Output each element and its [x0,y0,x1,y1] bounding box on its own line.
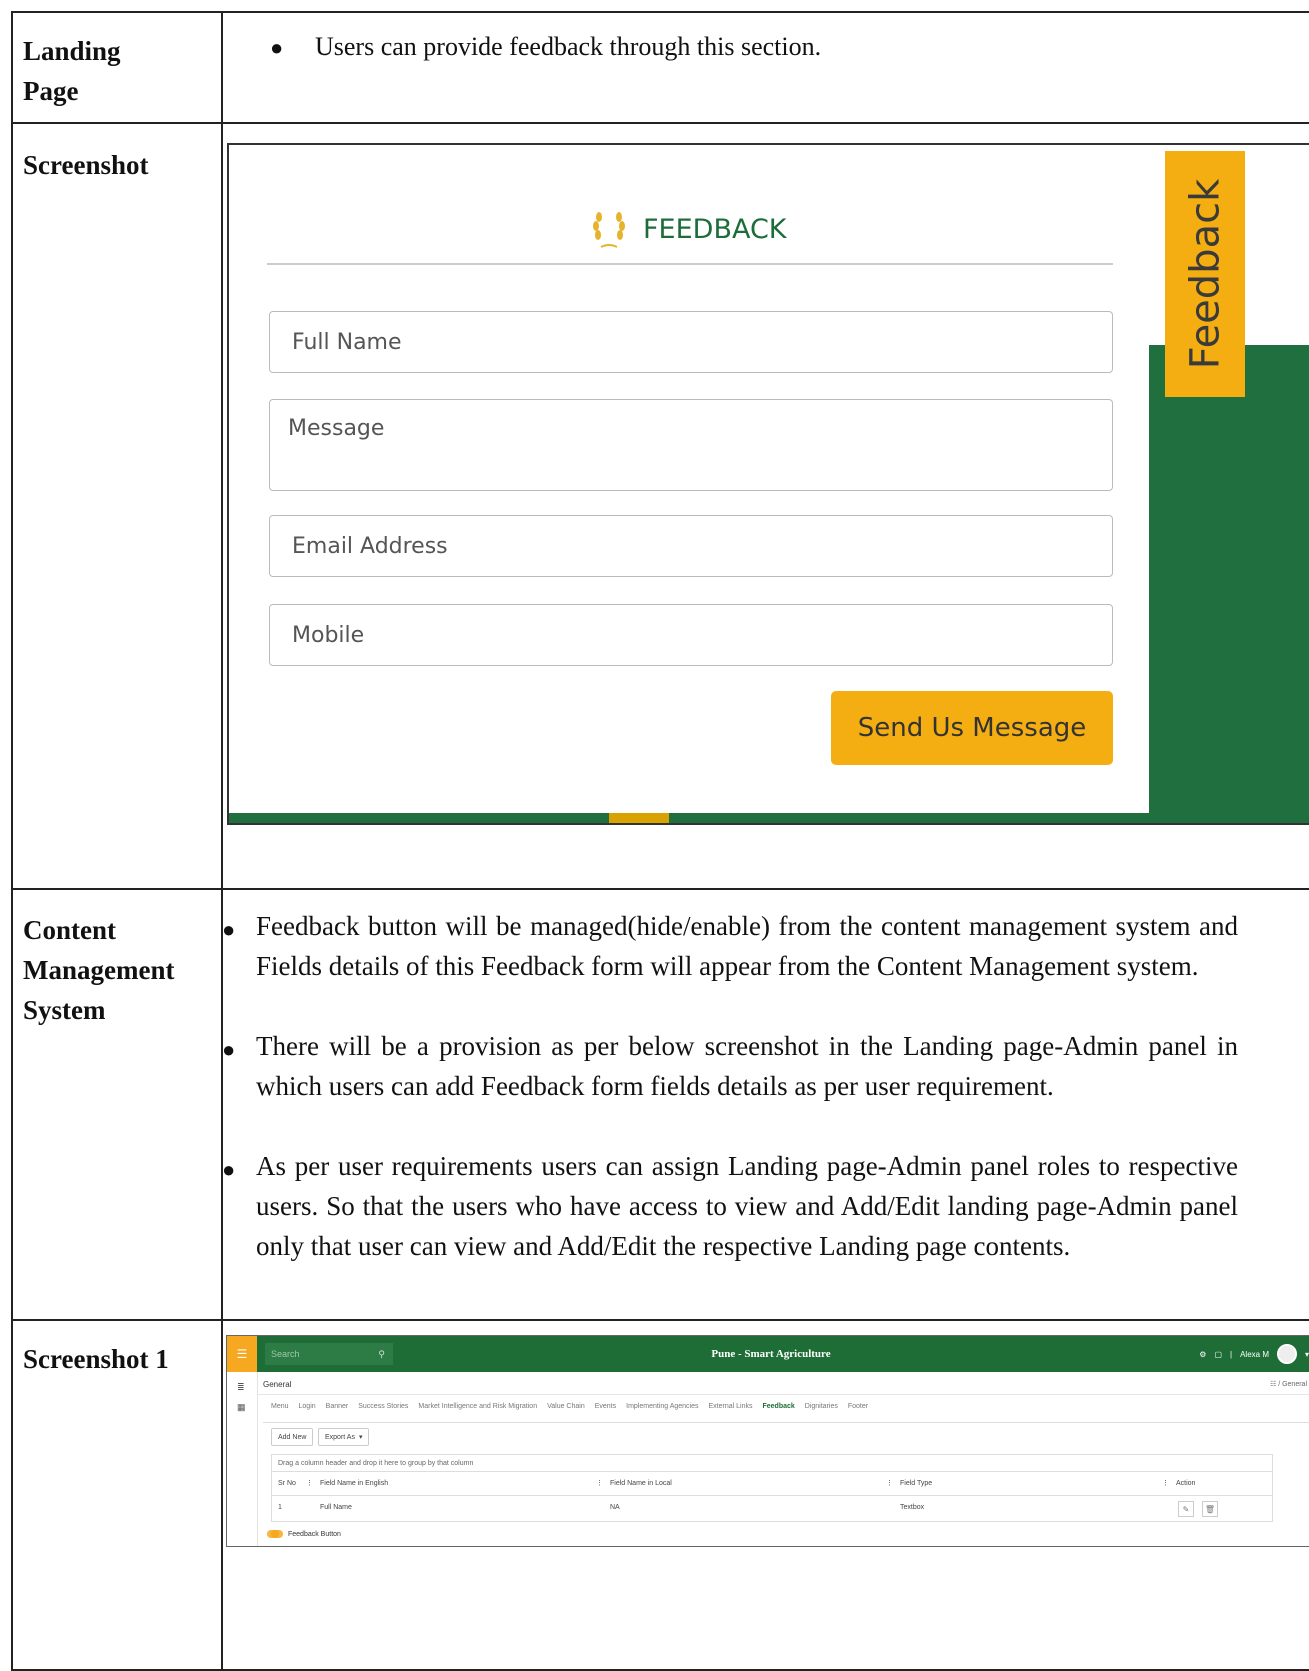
background-footer [229,813,1309,823]
tab-value-chain[interactable]: Value Chain [547,1403,585,1410]
add-new-button[interactable]: Add New [271,1428,314,1446]
column-menu-icon[interactable]: ⋮ [1162,1472,1169,1496]
tab-external-links[interactable]: External Links [709,1403,753,1410]
row-divider [13,1319,1309,1321]
admin-panel-screenshot: ☰ Search ⚲ Pune - Smart Agriculture ⚙ ▢ |… [226,1335,1309,1547]
tab-bar: Menu Login Banner Success Stories Market… [271,1403,868,1410]
tab-footer[interactable]: Footer [848,1403,868,1410]
window-icon[interactable]: ▢ [1214,1350,1222,1359]
bullet-dot: ● [222,1157,236,1182]
chevron-down-icon[interactable]: ▾ [1305,1350,1309,1359]
tab-events[interactable]: Events [595,1403,616,1410]
top-bar: ☰ Search ⚲ Pune - Smart Agriculture ⚙ ▢ |… [227,1336,1309,1372]
list-icon[interactable]: ≣ [237,1382,245,1393]
toggle-label: Feedback Button [288,1530,341,1538]
top-right-controls: ⚙ ▢ | Alexa M ▾ [1199,1336,1309,1372]
breadcrumb-text: / General [1278,1381,1307,1388]
breadcrumb: ☷ / General [1270,1380,1307,1388]
col-field-type[interactable]: Field Type [900,1472,932,1496]
column-menu-icon[interactable]: ⋮ [306,1472,313,1496]
user-name[interactable]: Alexa M [1240,1350,1269,1359]
label-line: Landing [23,36,121,66]
background-green-panel [1149,345,1309,823]
tab-dignitaries[interactable]: Dignitaries [805,1403,838,1410]
table-row: 1 Full Name NA Textbox ✎ 🗑 [271,1496,1273,1522]
tab-feedback[interactable]: Feedback [762,1403,794,1410]
row-label-landing: Landing Page [23,31,121,111]
cell-field-english: Full Name [320,1504,352,1511]
bullet-text: Feedback button will be managed(hide/ena… [256,911,1238,981]
tab-success-stories[interactable]: Success Stories [358,1403,408,1410]
cms-bullet-3: As per user requirements users can assig… [256,1146,1238,1266]
separator: | [1230,1349,1233,1359]
tab-login[interactable]: Login [299,1403,316,1410]
email-input[interactable]: Email Address [269,515,1113,577]
bullet-text: As per user requirements users can assig… [256,1151,1238,1261]
label-line: Content [23,915,116,945]
app-title: Pune - Smart Agriculture [711,1348,831,1360]
export-as-button[interactable]: Export As ▾ [318,1428,370,1446]
tab-banner[interactable]: Banner [326,1403,349,1410]
tab-menu[interactable]: Menu [271,1403,289,1410]
feedback-card: FEEDBACK Full Name Message Email Address… [229,145,1143,813]
trash-icon[interactable]: 🗑 [1202,1501,1218,1517]
edit-icon[interactable]: ✎ [1178,1501,1194,1517]
label-line: System [23,995,106,1025]
feedback-side-tab[interactable]: Feedback [1165,151,1245,397]
column-menu-icon[interactable]: ⋮ [886,1472,893,1496]
bullet-dot: ● [222,1037,236,1062]
grid-icon[interactable]: ▦ [237,1402,246,1413]
wheat-icon [593,212,625,248]
col-field-english[interactable]: Field Name in English [320,1472,388,1496]
divider [257,1394,1309,1395]
tab-market-intelligence[interactable]: Market Intelligence and Risk Migration [418,1403,537,1410]
bullet-dot: ● [270,35,284,60]
feedback-heading: FEEDBACK [587,207,787,251]
column-divider [221,13,223,1669]
cms-bullet-2: There will be a provision as per below s… [256,1026,1238,1106]
sidebar: ≣ ▦ [227,1372,258,1546]
col-sr-no[interactable]: Sr No [278,1472,296,1496]
send-message-button[interactable]: Send Us Message [831,691,1113,765]
label-line: Page [23,76,79,106]
cell-field-local: NA [610,1504,620,1511]
message-textarea[interactable]: Message [269,399,1113,491]
list-icon: ☷ [1269,1381,1279,1388]
col-action: Action [1176,1480,1196,1487]
row-divider [13,122,1309,124]
feedback-form-screenshot: FEEDBACK Full Name Message Email Address… [227,143,1309,825]
feedback-title: FEEDBACK [643,213,787,245]
gear-icon[interactable]: ⚙ [1199,1350,1206,1359]
row-label-screenshot: Screenshot [23,150,149,180]
landing-bullet-text: Users can provide feedback through this … [315,32,822,61]
column-menu-icon[interactable]: ⋮ [596,1472,603,1496]
table-header: Sr No ⋮ Field Name in English ⋮ Field Na… [271,1472,1273,1496]
bullet-dot: ● [222,917,236,942]
tab-implementing-agencies[interactable]: Implementing Agencies [626,1403,698,1410]
label-line: Management [23,955,175,985]
background-accent [609,813,669,823]
row-divider [13,888,1309,890]
cell-sr-no: 1 [278,1504,282,1511]
section-title: General [263,1380,292,1389]
feedback-button-toggle-row: Feedback Button [267,1530,341,1538]
chevron-down-icon: ▾ [358,1434,363,1441]
bullet-text: There will be a provision as per below s… [256,1031,1238,1101]
full-name-input[interactable]: Full Name [269,311,1113,373]
col-field-local[interactable]: Field Name in Local [610,1472,672,1496]
cell-field-type: Textbox [900,1504,925,1511]
export-label: Export As [325,1433,355,1441]
cms-bullet-1: Feedback button will be managed(hide/ena… [256,906,1238,986]
row-label-cms: Content Management System [23,910,174,1030]
group-drop-zone[interactable]: Drag a column header and drop it here to… [271,1454,1273,1472]
row-label-screenshot-1: Screenshot 1 [23,1344,169,1374]
avatar[interactable] [1276,1344,1297,1364]
toggle-switch[interactable] [267,1530,283,1538]
heading-divider [267,263,1113,265]
tab-divider [263,1422,1309,1423]
side-tab-label: Feedback [1182,178,1228,370]
mobile-input[interactable]: Mobile [269,604,1113,666]
